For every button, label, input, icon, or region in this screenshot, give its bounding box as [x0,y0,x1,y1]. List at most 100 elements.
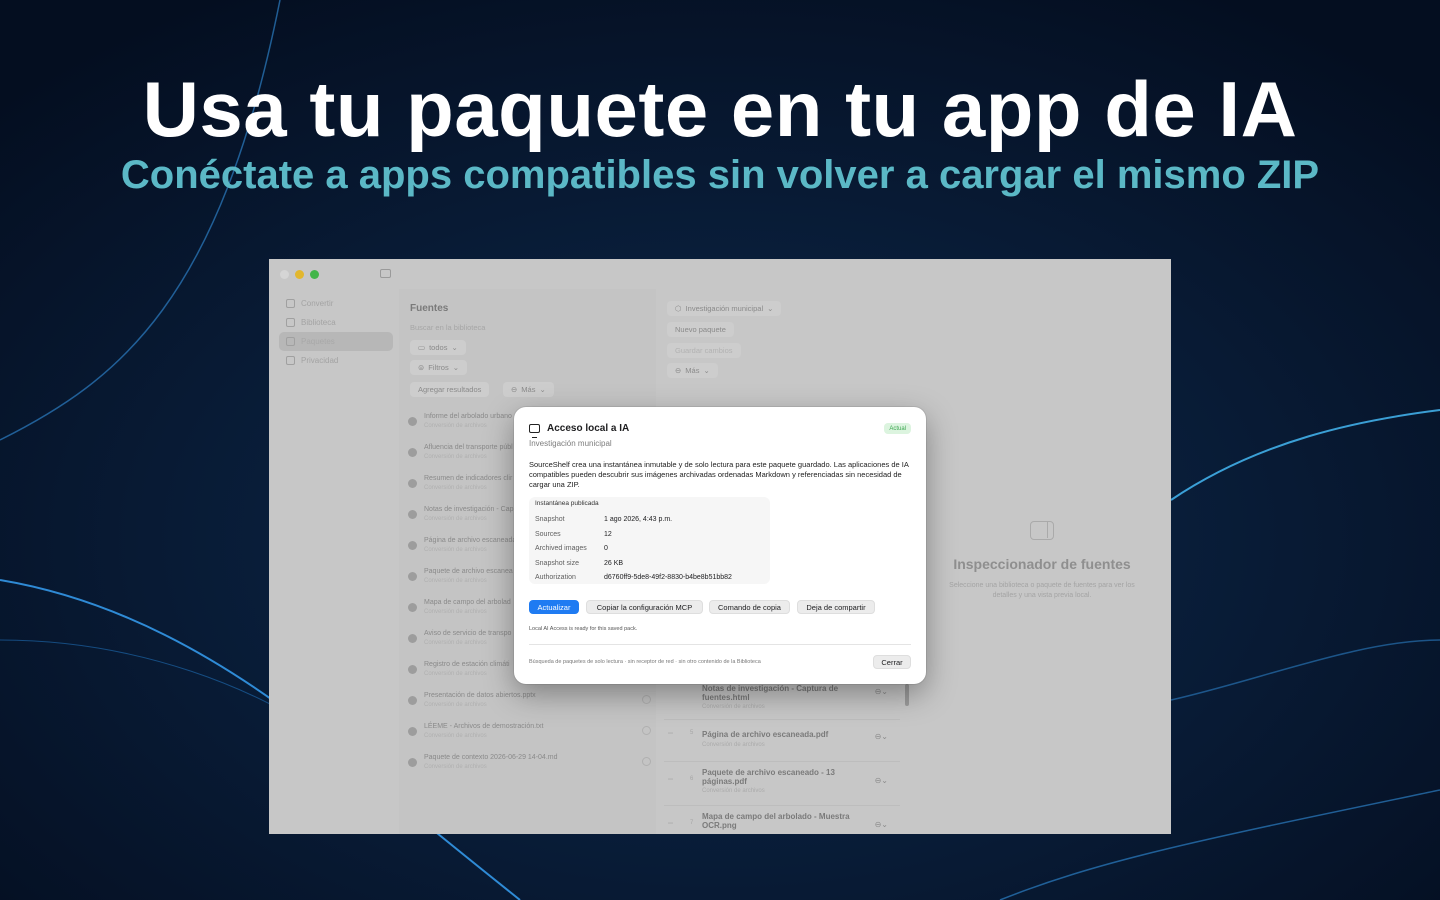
add-icon[interactable] [642,726,651,735]
more-options-icon[interactable]: ⊖⌄ [875,820,888,829]
pack-item-sub: Conversión de archivos [702,788,765,794]
remove-icon[interactable] [408,696,417,705]
pack-item-number: 5 [690,730,694,736]
sidebar-toggle-icon[interactable] [380,269,391,278]
source-title: Página de archivo escaneada [424,537,517,544]
more-options-icon[interactable]: ⊖⌄ [875,687,888,696]
pack-item[interactable]: ═ 5 Página de archivo escaneada.pdf Conv… [664,719,900,759]
source-title: Afluencia del transporte públ [424,444,513,451]
more-options-icon[interactable]: ⊖⌄ [875,776,888,785]
sidebar-item-label: Biblioteca [301,318,336,327]
filters-dropdown[interactable]: ⊜ Filtros ⌄ [410,360,468,375]
pack-item-sub: Conversión de archivos [702,742,765,748]
pack-item-title: Paquete de archivo escaneado - 13 página… [702,768,835,786]
calendar-icon: ▭ [418,343,426,352]
remove-icon[interactable] [408,510,417,519]
drag-handle-icon[interactable]: ═ [668,776,673,783]
source-title: Paquete de contexto 2026-06-29 14-04.md [424,754,558,761]
pack-item-title: Notas de investigación - Captura de fuen… [702,684,839,702]
new-pack-button[interactable]: Nuevo paquete [667,322,734,337]
sidebar-item-privacy[interactable]: Privacidad [279,351,393,370]
zoom-window-button[interactable] [310,270,319,279]
minimize-window-button[interactable] [295,270,304,279]
save-changes-button[interactable]: Guardar cambios [667,343,741,358]
remove-icon[interactable] [408,572,417,581]
sidebar-item-label: Convertir [301,299,334,308]
sidebar-item-library[interactable]: Biblioteca [279,313,393,332]
field-value: 26 KB [604,560,624,567]
chevron-down-icon: ⌄ [767,304,774,313]
sidebar-item-label: Privacidad [301,356,339,365]
source-title: Registro de estación climáti [424,661,510,668]
update-button[interactable]: Actualizar [529,600,579,614]
source-title: Informe del arbolado urbano [424,413,512,420]
close-window-button[interactable] [280,270,289,279]
filter-all-label: todos [429,343,448,352]
source-subtitle: Conversión de archivos [424,733,487,739]
copy-mcp-config-button[interactable]: Copiar la configuración MCP [586,600,703,614]
remove-icon[interactable] [408,634,417,643]
drag-handle-icon[interactable]: ═ [668,820,673,827]
more-options-icon[interactable]: ⊖⌄ [875,732,888,741]
remove-icon[interactable] [408,603,417,612]
package-icon: ⬡ [675,304,682,313]
drag-handle-icon[interactable]: ═ [668,730,673,737]
source-subtitle: Conversión de archivos [424,423,487,429]
pack-selector[interactable]: ⬡ Investigación municipal ⌄ [667,301,782,316]
sources-title: Fuentes [410,303,449,314]
dialog-title: Acceso local a IA [547,423,630,434]
pack-item-title: Mapa de campo del arbolado - Muestra OCR… [702,812,850,830]
dialog-footer-note: Búsqueda de paquetes de solo lectura · s… [529,659,761,665]
pack-more-button[interactable]: ⊖ Más ⌄ [667,363,718,378]
source-title: Notas de investigación - Cap [424,506,514,513]
close-button[interactable]: Cerrar [873,655,911,669]
remove-icon[interactable] [408,665,417,674]
pack-item[interactable]: ═ 6 Paquete de archivo escaneado - 13 pá… [664,761,900,805]
add-results-button[interactable]: Agregar resultados [410,382,490,397]
remove-icon[interactable] [408,727,417,736]
copy-command-button[interactable]: Comando de copia [709,600,790,614]
source-list-item[interactable]: Presentación de datos abiertos.pptx Conve… [407,686,653,717]
source-list-item[interactable]: Paquete de contexto 2026-06-29 14-04.md C… [407,748,653,779]
remove-icon[interactable] [408,479,417,488]
more-label: Más [521,385,536,394]
inspector-icon [1030,521,1054,540]
sources-more-button[interactable]: ⊖ Más ⌄ [503,382,554,397]
hero-subheadline: Conéctate a apps compatibles sin volver … [120,153,1320,197]
field-label: Sources [535,531,561,538]
sidebar: Convertir Biblioteca Paquetes Privacidad [269,289,399,834]
remove-icon[interactable] [408,758,417,767]
ellipsis-icon: ⊖ [675,366,682,375]
source-subtitle: Conversión de archivos [424,671,487,677]
stop-sharing-button[interactable]: Deja de compartir [797,600,875,614]
pack-item-number: 6 [690,776,694,782]
source-title: Aviso de servicio de transpo [424,630,512,637]
inspector-text: Seleccione una biblioteca o paquete de f… [949,582,1135,599]
pack-item[interactable]: ═ 7 Mapa de campo del arbolado - Muestra… [664,805,900,834]
source-title: Mapa de campo del arbolad [424,599,511,606]
remove-icon[interactable] [408,448,417,457]
divider [529,644,911,645]
source-subtitle: Conversión de archivos [424,640,487,646]
remove-icon[interactable] [408,541,417,550]
remove-icon[interactable] [408,417,417,426]
field-value: d6760ff9-5de8-49f2-8830-b4be8b51bb82 [604,574,732,581]
source-title: Presentación de datos abiertos.pptx [424,692,536,699]
package-icon [286,337,295,346]
source-title: Paquete de archivo escanea [424,568,513,575]
source-list-item[interactable]: LÉEME - Archivos de demostración.txt Conv… [407,717,653,748]
sidebar-item-convert[interactable]: Convertir [279,294,393,313]
sources-search-input[interactable]: Buscar en la biblioteca [410,323,485,332]
pack-item-sub: Conversión de archivos [702,704,765,710]
source-subtitle: Conversión de archivos [424,764,487,770]
library-icon [286,318,295,327]
sidebar-item-packages[interactable]: Paquetes [279,332,393,351]
add-icon[interactable] [642,695,651,704]
filter-icon: ⊜ [418,363,425,372]
shield-icon [286,356,295,365]
snapshot-details-title: Instantánea publicada [535,500,599,507]
hero-headline: Usa tu paquete en tu app de IA [142,65,1298,153]
add-icon[interactable] [642,757,651,766]
pack-selector-label: Investigación municipal [685,304,764,313]
filter-all-dropdown[interactable]: ▭ todos ⌄ [410,340,466,355]
